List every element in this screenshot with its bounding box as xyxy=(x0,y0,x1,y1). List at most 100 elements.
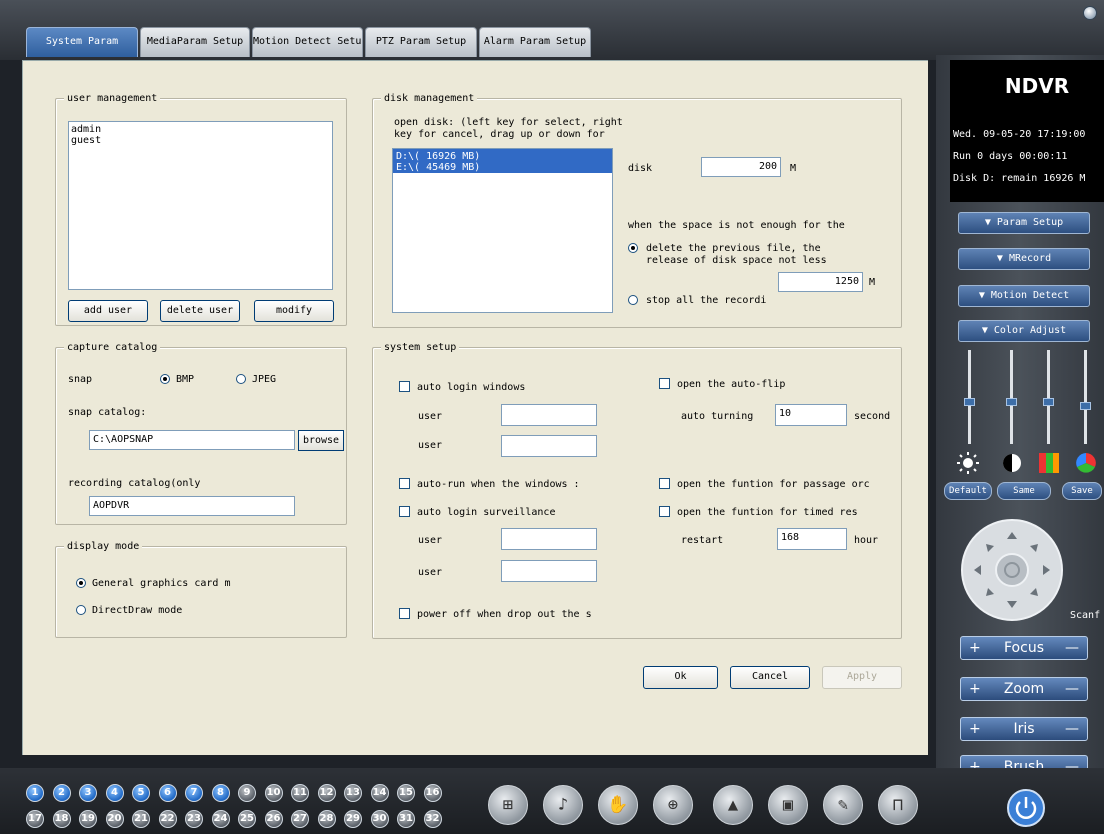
channel-button-3[interactable]: 3 xyxy=(79,784,97,802)
channel-button-30[interactable]: 30 xyxy=(370,810,389,828)
hand-icon[interactable]: ✋ xyxy=(598,785,638,825)
ok-button[interactable]: Ok xyxy=(643,666,718,689)
channel-button-25[interactable]: 25 xyxy=(238,810,256,828)
user-input[interactable] xyxy=(501,560,597,582)
channel-button-17[interactable]: 17 xyxy=(26,810,44,828)
channel-button-24[interactable]: 24 xyxy=(211,810,230,828)
same-button[interactable]: Same xyxy=(997,482,1051,500)
directdraw-radio[interactable] xyxy=(76,605,86,615)
tab-alarm-param-setup[interactable]: Alarm Param Setup xyxy=(479,27,591,57)
auto-login-windows-checkbox[interactable] xyxy=(399,381,410,392)
channel-button-1[interactable]: 1 xyxy=(26,784,44,802)
tab-ptz-param-setup[interactable]: PTZ Param Setup xyxy=(365,27,477,57)
channel-button-7[interactable]: 7 xyxy=(185,784,203,802)
slider-handle[interactable] xyxy=(1043,398,1054,406)
modify-button[interactable]: modify xyxy=(254,300,334,322)
zoom-minus-button[interactable]: — xyxy=(1065,678,1079,700)
channel-button-11[interactable]: 11 xyxy=(291,784,309,802)
restart-hours-input[interactable]: 168 xyxy=(777,528,847,550)
default-button[interactable]: Default xyxy=(944,482,992,500)
auto-flip-checkbox[interactable] xyxy=(659,378,670,389)
saturation-slider[interactable] xyxy=(1043,350,1054,444)
slider-handle[interactable] xyxy=(1080,402,1091,410)
focus-minus-button[interactable]: — xyxy=(1065,637,1079,659)
channel-button-15[interactable]: 15 xyxy=(397,784,415,802)
browse-button[interactable]: browse xyxy=(298,430,344,451)
channel-button-8[interactable]: 8 xyxy=(211,784,230,802)
save-button[interactable]: Save xyxy=(1062,482,1102,500)
channel-button-21[interactable]: 21 xyxy=(132,810,150,828)
list-item[interactable]: E:\( 45469 MB) xyxy=(396,162,609,173)
channel-button-6[interactable]: 6 xyxy=(158,784,177,802)
channel-button-20[interactable]: 20 xyxy=(105,810,124,828)
channel-button-2[interactable]: 2 xyxy=(52,784,71,802)
apply-button[interactable]: Apply xyxy=(822,666,902,689)
passage-order-checkbox[interactable] xyxy=(659,478,670,489)
channel-button-13[interactable]: 13 xyxy=(344,784,362,802)
channel-button-10[interactable]: 10 xyxy=(264,784,283,802)
channel-button-12[interactable]: 12 xyxy=(317,784,336,802)
mrecord-button[interactable]: ▼ MRecord xyxy=(958,248,1090,270)
delete-previous-radio[interactable] xyxy=(628,243,638,253)
channel-button-22[interactable]: 22 xyxy=(158,810,177,828)
ptz-direction-pad[interactable] xyxy=(960,518,1064,622)
channel-button-23[interactable]: 23 xyxy=(185,810,203,828)
channel-button-14[interactable]: 14 xyxy=(370,784,389,802)
channel-button-5[interactable]: 5 xyxy=(132,784,150,802)
tab-system-param[interactable]: System Param xyxy=(26,27,138,57)
list-item[interactable]: D:\( 16926 MB) xyxy=(396,151,609,162)
layout-icon[interactable]: ⊞ xyxy=(488,785,528,825)
channel-button-4[interactable]: 4 xyxy=(105,784,124,802)
alarm-icon[interactable]: ▲ xyxy=(713,785,753,825)
film-icon[interactable]: ▣ xyxy=(768,785,808,825)
snap-catalog-input[interactable]: C:\AOPSNAP xyxy=(89,430,295,450)
user-list[interactable]: admin guest xyxy=(68,121,333,290)
channel-button-32[interactable]: 32 xyxy=(423,810,442,828)
iris-minus-button[interactable]: — xyxy=(1065,718,1079,740)
channel-button-26[interactable]: 26 xyxy=(264,810,283,828)
channel-button-9[interactable]: 9 xyxy=(238,784,256,802)
power-off-checkbox[interactable] xyxy=(399,608,410,619)
power-icon[interactable] xyxy=(1006,788,1046,828)
disk-size-input[interactable]: 200 xyxy=(701,157,781,177)
color-adjust-button[interactable]: ▼ Color Adjust xyxy=(958,320,1090,342)
timed-restart-checkbox[interactable] xyxy=(659,506,670,517)
motion-detect-button[interactable]: ▼ Motion Detect xyxy=(958,285,1090,307)
disk-list[interactable]: D:\( 16926 MB) E:\( 45469 MB) xyxy=(392,148,613,313)
lock-icon[interactable]: ⊓ xyxy=(878,785,918,825)
channel-button-18[interactable]: 18 xyxy=(52,810,71,828)
stop-all-radio[interactable] xyxy=(628,295,638,305)
list-item[interactable]: admin xyxy=(71,124,330,135)
globe-icon[interactable]: ⊕ xyxy=(653,785,693,825)
channel-button-16[interactable]: 16 xyxy=(423,784,442,802)
channel-button-19[interactable]: 19 xyxy=(79,810,97,828)
param-setup-button[interactable]: ▼ Param Setup xyxy=(958,212,1090,234)
slider-handle[interactable] xyxy=(1006,398,1017,406)
tab-mediaparam-setup[interactable]: MediaParam Setup xyxy=(140,27,250,57)
slider-handle[interactable] xyxy=(964,398,975,406)
add-user-button[interactable]: add user xyxy=(68,300,148,322)
hue-slider[interactable] xyxy=(1080,350,1091,444)
user-input[interactable] xyxy=(501,404,597,426)
delete-user-button[interactable]: delete user xyxy=(160,300,240,322)
cancel-button[interactable]: Cancel xyxy=(730,666,810,689)
auto-turning-input[interactable]: 10 xyxy=(775,404,847,426)
channel-button-31[interactable]: 31 xyxy=(397,810,415,828)
jpeg-radio[interactable] xyxy=(236,374,246,384)
contrast-slider[interactable] xyxy=(1006,350,1017,444)
speaker-icon[interactable]: ♪ xyxy=(543,785,583,825)
user-input[interactable] xyxy=(501,528,597,550)
brightness-slider[interactable] xyxy=(964,350,975,444)
channel-button-29[interactable]: 29 xyxy=(344,810,362,828)
recording-catalog-input[interactable]: AOPDVR xyxy=(89,496,295,516)
list-item[interactable]: guest xyxy=(71,135,330,146)
user-input[interactable] xyxy=(501,435,597,457)
release-space-input[interactable]: 1250 xyxy=(778,272,863,292)
channel-button-28[interactable]: 28 xyxy=(317,810,336,828)
auto-run-checkbox[interactable] xyxy=(399,478,410,489)
pen-icon[interactable]: ✎ xyxy=(823,785,863,825)
tab-motion-detect-setup[interactable]: Motion Detect Setup xyxy=(252,27,363,57)
general-graphics-radio[interactable] xyxy=(76,578,86,588)
bmp-radio[interactable] xyxy=(160,374,170,384)
auto-login-surveillance-checkbox[interactable] xyxy=(399,506,410,517)
